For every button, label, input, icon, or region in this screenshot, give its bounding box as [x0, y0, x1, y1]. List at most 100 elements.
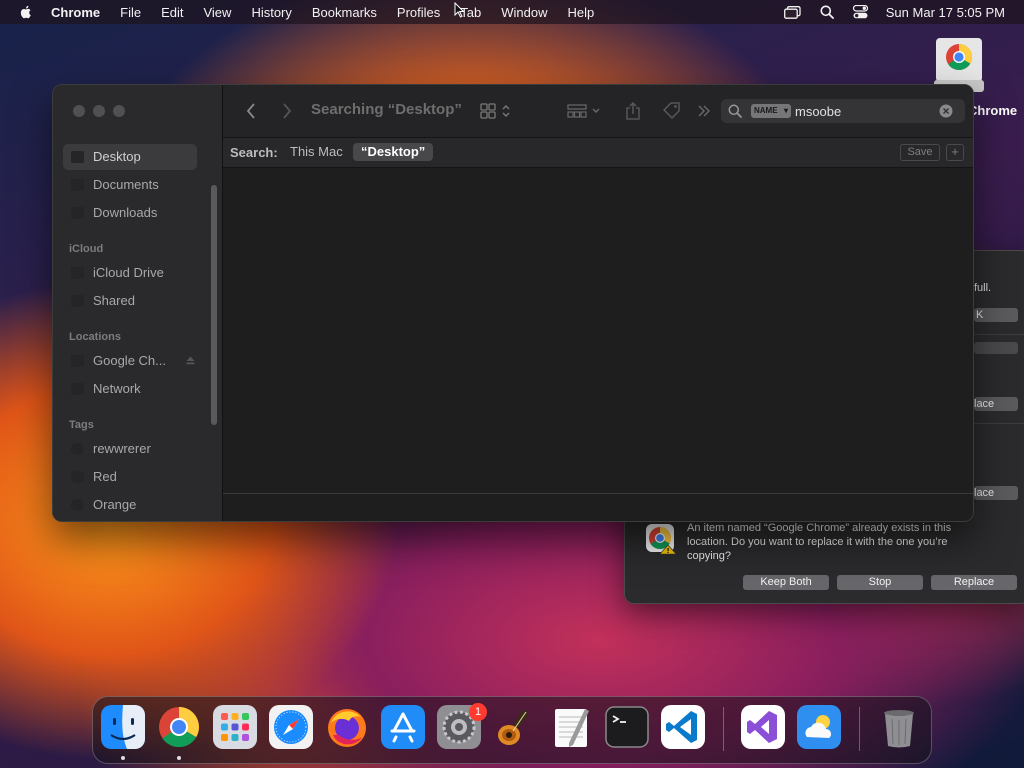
dock: 1: [92, 696, 932, 764]
sidebar-item-label: iCloud Drive: [93, 265, 164, 280]
search-input-value[interactable]: msoobe: [795, 104, 841, 119]
back-chevron-icon[interactable]: [245, 102, 257, 120]
search-scope-label: Search:: [230, 145, 278, 160]
dialog-separator: [974, 423, 1024, 424]
sidebar-item-desktop[interactable]: Desktop: [63, 144, 197, 170]
documents-folder-icon: [71, 179, 84, 191]
sidebar-item-label: Google Ch...: [93, 353, 166, 368]
scope-desktop-button[interactable]: “Desktop”: [353, 143, 434, 161]
keep-both-button[interactable]: Keep Both: [743, 575, 829, 590]
scope-this-mac-button[interactable]: This Mac: [282, 143, 351, 161]
menu-history[interactable]: History: [251, 5, 291, 20]
sidebar-item-tag-rewwrerer[interactable]: rewwrerer: [63, 436, 197, 462]
finder-icon[interactable]: [101, 705, 145, 749]
running-indicator: [177, 756, 181, 760]
token-dropdown-icon: ▾: [783, 106, 788, 115]
vscode-icon[interactable]: [661, 705, 705, 749]
stage-manager-icon[interactable]: [784, 4, 802, 20]
tag-icon[interactable]: [663, 102, 681, 120]
spotlight-search-icon[interactable]: [818, 4, 836, 20]
group-by-icon[interactable]: [567, 102, 603, 120]
clear-search-icon[interactable]: [939, 104, 953, 118]
dock-separator: [723, 707, 724, 751]
launchpad-icon[interactable]: [213, 705, 257, 749]
menu-app-name[interactable]: Chrome: [51, 5, 100, 20]
sidebar-item-label: Shared: [93, 293, 135, 308]
menu-edit[interactable]: Edit: [161, 5, 183, 20]
dialog-progress-bar: [974, 342, 1018, 354]
sidebar-scrollbar[interactable]: [211, 185, 217, 425]
sidebar-section-tags: Tags: [69, 419, 94, 431]
menu-clock[interactable]: Sun Mar 17 5:05 PM: [886, 5, 1005, 20]
finder-sidebar: Desktop Documents Downloads iCloud iClou…: [53, 85, 223, 521]
apple-icon[interactable]: [18, 4, 34, 20]
dialog-replace-button-partial[interactable]: lace: [974, 486, 1018, 500]
sidebar-item-tag-red[interactable]: Red: [63, 464, 197, 490]
close-window-button[interactable]: [73, 105, 85, 117]
dialog-fragment-text: full.: [974, 282, 992, 294]
sidebar-item-label: Network: [93, 381, 141, 396]
firefox-icon[interactable]: [325, 705, 369, 749]
sidebar-item-google-chrome-volume[interactable]: Google Ch...: [63, 348, 197, 374]
eject-icon[interactable]: [186, 356, 195, 365]
tag-dot-icon: [71, 499, 84, 511]
menu-window[interactable]: Window: [501, 5, 547, 20]
downloads-folder-icon: [71, 207, 84, 219]
dialog-replace-button-partial[interactable]: lace: [974, 397, 1018, 411]
dialog-partial-button[interactable]: K: [974, 308, 1018, 322]
sidebar-item-label: Orange: [93, 497, 137, 512]
search-scope-bar: Search: This Mac “Desktop” Save +: [223, 138, 973, 168]
sidebar-item-label: Downloads: [93, 205, 158, 220]
textedit-icon[interactable]: [549, 705, 593, 749]
sidebar-item-documents[interactable]: Documents: [63, 172, 197, 198]
forward-chevron-icon[interactable]: [281, 102, 293, 120]
search-token-name[interactable]: NAME ▾: [751, 104, 791, 118]
visual-studio-icon[interactable]: [741, 705, 785, 749]
add-criteria-button[interactable]: +: [946, 144, 964, 161]
menu-help[interactable]: Help: [568, 5, 595, 20]
search-results-area[interactable]: [223, 168, 973, 492]
menu-bookmarks[interactable]: Bookmarks: [312, 5, 377, 20]
window-title: Searching “Desktop”: [311, 101, 462, 118]
desktop-icon-label[interactable]: Chrome: [968, 103, 1017, 118]
terminal-icon[interactable]: [605, 705, 649, 749]
chrome-warning-icon: [646, 524, 677, 555]
trash-icon[interactable]: [877, 705, 921, 749]
icloud-drive-icon: [71, 267, 84, 279]
menu-file[interactable]: File: [120, 5, 141, 20]
notification-badge: 1: [469, 703, 487, 721]
sidebar-item-icloud-drive[interactable]: iCloud Drive: [63, 260, 197, 286]
safari-icon[interactable]: [269, 705, 313, 749]
view-mode-grid-icon[interactable]: [480, 102, 512, 120]
disk-icon: [71, 355, 84, 367]
menu-bar: Chrome File Edit View History Bookmarks …: [0, 0, 1024, 24]
app-store-icon[interactable]: [381, 705, 425, 749]
sidebar-section-icloud: iCloud: [69, 243, 104, 255]
share-icon[interactable]: [625, 102, 641, 120]
replace-button[interactable]: Replace: [931, 575, 1017, 590]
chrome-icon[interactable]: [157, 705, 201, 749]
sidebar-item-downloads[interactable]: Downloads: [63, 200, 197, 226]
stop-button[interactable]: Stop: [837, 575, 923, 590]
sidebar-item-network[interactable]: Network: [63, 376, 197, 402]
finder-toolbar: Searching “Desktop” NAME ▾ msoobe: [223, 85, 973, 138]
garageband-icon[interactable]: [493, 705, 537, 749]
menu-view[interactable]: View: [203, 5, 231, 20]
search-icon: [728, 104, 742, 118]
finder-window: Desktop Documents Downloads iCloud iClou…: [52, 84, 974, 522]
sidebar-item-tag-orange[interactable]: Orange: [63, 492, 197, 518]
sidebar-item-shared[interactable]: Shared: [63, 288, 197, 314]
tag-dot-icon: [71, 443, 84, 455]
minimize-window-button[interactable]: [93, 105, 105, 117]
sidebar-item-label: Documents: [93, 177, 159, 192]
more-chevrons-icon[interactable]: [697, 102, 711, 120]
save-search-button[interactable]: Save: [900, 144, 940, 161]
weather-icon[interactable]: [797, 705, 841, 749]
finder-main: Searching “Desktop” NAME ▾ msoobe Search…: [223, 85, 973, 521]
sidebar-item-label: rewwrerer: [93, 441, 151, 456]
dock-separator: [859, 707, 860, 751]
menu-profiles[interactable]: Profiles: [397, 5, 440, 20]
zoom-window-button[interactable]: [113, 105, 125, 117]
search-field[interactable]: NAME ▾ msoobe: [721, 99, 965, 123]
control-center-icon[interactable]: [852, 4, 870, 20]
